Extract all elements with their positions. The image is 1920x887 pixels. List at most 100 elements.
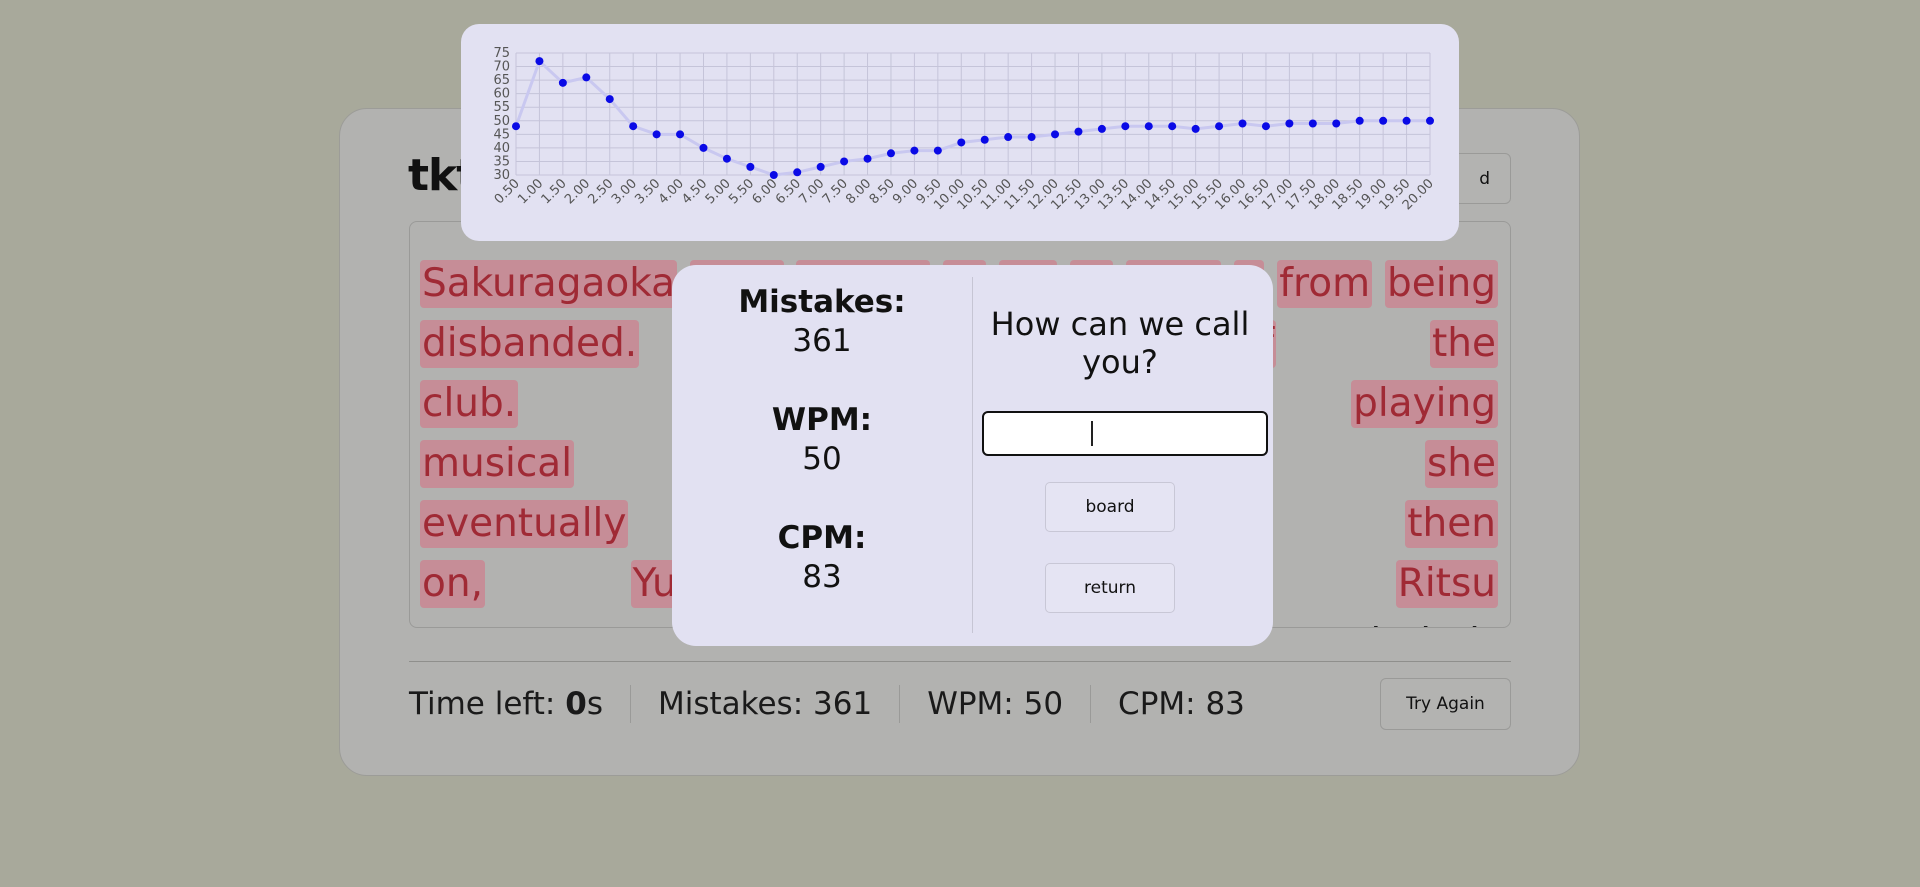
mistyped-word: she (1424, 440, 1498, 488)
wpm-data-point (722, 154, 731, 163)
y-tick-label: 70 (493, 60, 510, 75)
x-tick-label: 4.00 (656, 176, 687, 207)
wpm-data-point (1074, 127, 1083, 136)
x-tick-label: 6.50 (773, 176, 804, 207)
wpm-data-point (1261, 122, 1270, 131)
wpm-data-point (512, 122, 520, 131)
x-tick-label: 6.00 (750, 176, 781, 207)
wpm-stat: WPM: 50 (927, 686, 1063, 722)
untyped-word: spend (1261, 620, 1384, 627)
modal-mistakes-label: Mistakes: (738, 284, 906, 320)
board-button[interactable]: board (1045, 482, 1175, 532)
wpm-data-point (699, 143, 708, 152)
wpm-data-point (1191, 124, 1200, 133)
wpm-data-point (933, 146, 942, 155)
wpm-data-point (1332, 119, 1341, 128)
y-tick-label: 35 (493, 154, 510, 169)
wpm-data-point (957, 138, 966, 147)
time-left-value: 0 (565, 686, 587, 722)
wpm-data-point (793, 168, 802, 177)
wpm-data-point (558, 78, 567, 87)
wpm-data-point (1004, 133, 1013, 142)
modal-wpm-value: 50 (802, 441, 842, 477)
wpm-data-point (535, 57, 544, 66)
wpm-data-point (1238, 119, 1247, 128)
mistakes-label: Mistakes: (657, 686, 804, 722)
y-tick-label: 55 (493, 100, 510, 115)
y-tick-label: 65 (493, 73, 510, 88)
mistyped-word: eventually (420, 500, 629, 548)
mistakes-stat: Mistakes: 361 (658, 686, 872, 722)
wpm-data-point (1215, 122, 1224, 131)
y-tick-label: 45 (493, 127, 510, 142)
mistyped-word: then (1405, 500, 1498, 548)
cpm-stat: CPM: 83 (1118, 686, 1245, 722)
results-modal: Mistakes: 361 WPM: 50 CPM: 83 How can we… (672, 265, 1273, 646)
wpm-data-point (980, 135, 989, 144)
x-tick-label: 7.50 (820, 176, 851, 207)
untyped-word: their (1403, 620, 1498, 627)
modal-mistakes-value: 361 (792, 323, 852, 359)
wpm-data-point (1285, 119, 1294, 128)
name-prompt: How can we call you? (975, 305, 1265, 381)
wpm-series-line (514, 58, 1430, 177)
modal-cpm-value: 83 (802, 559, 842, 595)
x-tick-label: 3.00 (609, 176, 640, 207)
modal-mistakes: Mistakes: 361 (672, 283, 972, 361)
divider (409, 661, 1511, 662)
stat-separator (629, 685, 631, 723)
cpm-value: 83 (1205, 686, 1245, 722)
mistyped-word: disbanded. (420, 320, 640, 368)
try-again-button[interactable]: Try Again (1380, 678, 1511, 730)
mistyped-word: Sakuragaoka (420, 260, 678, 308)
return-button[interactable]: return (1045, 563, 1175, 613)
modal-cpm-label: CPM: (777, 520, 867, 556)
x-tick-label: 8.50 (867, 176, 898, 207)
wpm-chart: 303540455055606570750.501.001.502.002.50… (492, 46, 1437, 213)
mistyped-word: club. (420, 380, 519, 428)
modal-wpm: WPM: 50 (672, 401, 972, 479)
y-tick-label: 50 (493, 114, 510, 129)
wpm-data-point (1168, 122, 1177, 131)
text-caret (1091, 421, 1093, 446)
wpm-data-point (1426, 116, 1434, 125)
mistyped-word: being (1384, 260, 1498, 308)
x-tick-label: 2.00 (562, 176, 593, 207)
wpm-data-point (910, 146, 919, 155)
x-tick-label: 2.50 (585, 176, 616, 207)
modal-cpm: CPM: 83 (672, 519, 972, 597)
x-tick-label: 1.00 (515, 176, 546, 207)
mistyped-word: musical (420, 440, 575, 488)
name-input[interactable] (982, 411, 1268, 456)
wpm-data-point (1402, 116, 1411, 125)
mistyped-word: the (1429, 320, 1498, 368)
wpm-value: 50 (1023, 686, 1064, 722)
cpm-label: CPM: (1118, 686, 1196, 722)
wpm-data-point (746, 162, 755, 171)
y-tick-label: 40 (493, 141, 510, 156)
stats-bar: Time left: 0s Mistakes: 361 WPM: 50 CPM:… (409, 676, 1245, 732)
wpm-data-point (863, 154, 872, 163)
wpm-data-point (1051, 130, 1060, 139)
y-tick-label: 60 (493, 87, 510, 102)
x-tick-label: 9.00 (890, 176, 921, 207)
time-left-label: Time left: (409, 686, 556, 722)
x-tick-label: 1.50 (539, 176, 570, 207)
x-tick-label: 8.00 (843, 176, 874, 207)
y-tick-label: 75 (493, 46, 510, 61)
wpm-data-point (676, 130, 685, 139)
stat-separator (899, 685, 901, 723)
time-left-stat: Time left: 0s (409, 686, 603, 722)
wpm-data-point (1379, 116, 1388, 125)
wpm-data-point (582, 73, 591, 82)
wpm-data-point (605, 95, 614, 104)
wpm-data-point (629, 122, 638, 131)
x-tick-label: 5.00 (703, 176, 734, 207)
wpm-data-point (1097, 124, 1106, 133)
wpm-data-point (1144, 122, 1153, 131)
mistyped-word: Ritsu (1395, 560, 1498, 608)
wpm-data-point (1308, 119, 1317, 128)
x-tick-label: 7.00 (796, 176, 827, 207)
mistyped-word: playing (1351, 380, 1498, 428)
wpm-data-point (886, 149, 895, 158)
